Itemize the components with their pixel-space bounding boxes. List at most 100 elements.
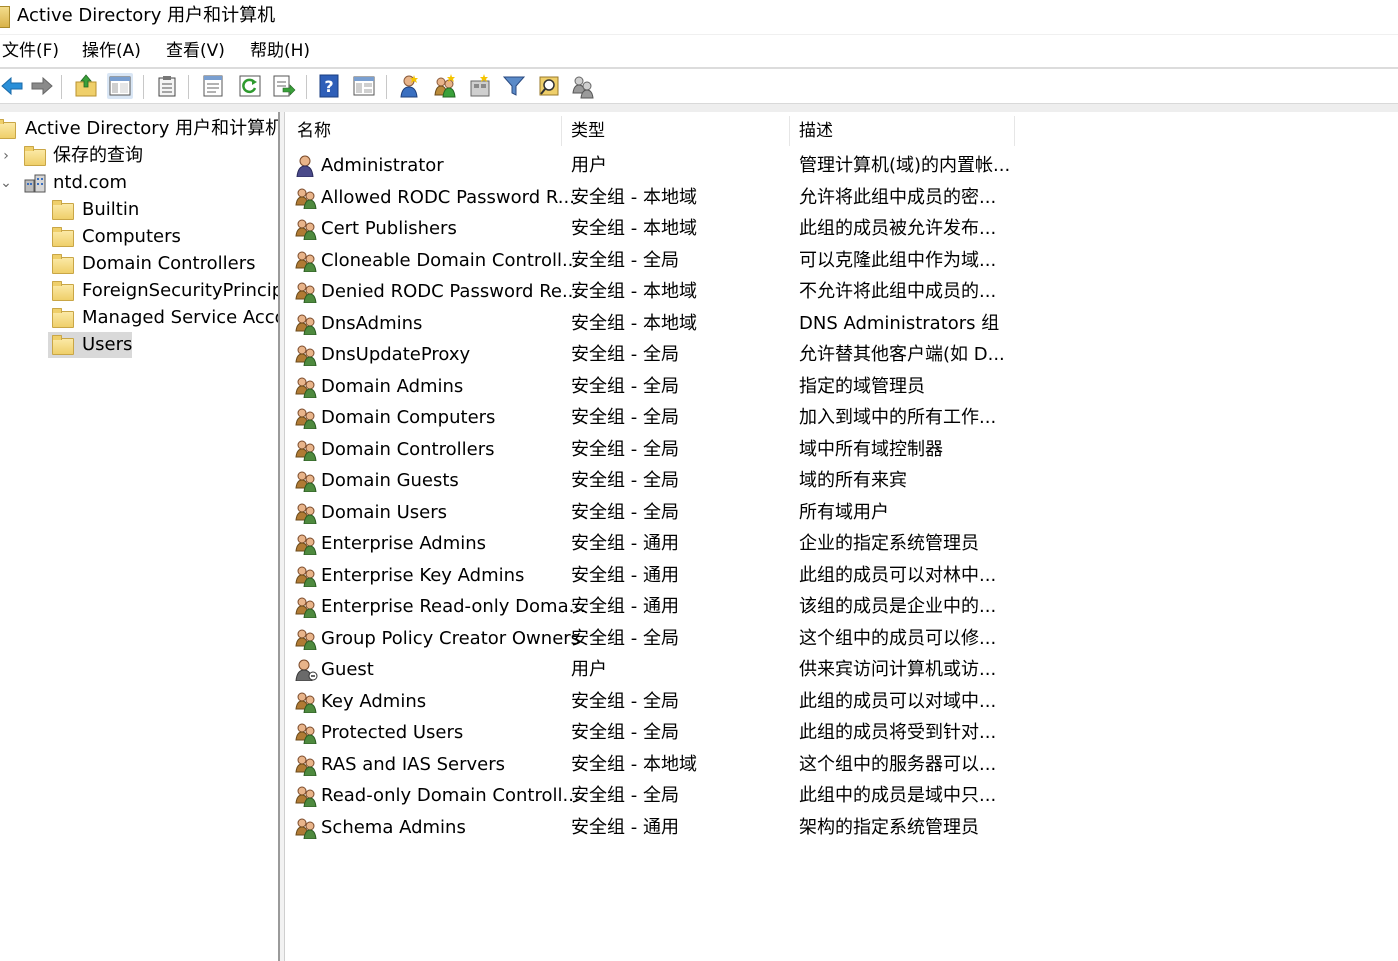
list-item[interactable]: Domain Controllers 安全组 - 全局 域中所有域控制器 (286, 434, 1398, 465)
tree-item-managed-service-accounts[interactable]: Managed Service Accou (0, 305, 278, 331)
toolbar-separator (386, 75, 387, 99)
list-item[interactable]: Protected Users 安全组 - 全局 此组的成员将受到针对... (286, 717, 1398, 748)
tree-item-label: Domain Controllers (82, 253, 256, 274)
tree-item-users[interactable]: Users (0, 332, 278, 358)
add-to-group-icon[interactable] (570, 73, 596, 99)
details-list: 名称 类型 描述 Administrator 用户 管理计算机(域)的内置帐... A… (286, 112, 1398, 961)
new-ou-icon[interactable] (467, 73, 493, 99)
item-name: Guest (321, 659, 374, 680)
tree-root[interactable]: Active Directory 用户和计算机 [ (0, 116, 278, 142)
item-description: 此组的成员将受到针对... (799, 722, 997, 743)
window-title: Active Directory 用户和计算机 (17, 5, 276, 26)
list-item[interactable]: DnsUpdateProxy 安全组 - 全局 允许替其他客户端(如 D... (286, 339, 1398, 370)
item-type: 安全组 - 全局 (571, 438, 679, 460)
tree-item-label: ForeignSecurityPrincipal (82, 280, 278, 301)
item-name: Protected Users (321, 722, 464, 743)
refresh-icon[interactable] (237, 73, 263, 99)
list-item[interactable]: DnsAdmins 安全组 - 本地域 DNS Administrators 组 (286, 308, 1398, 339)
help-icon[interactable]: ? (316, 73, 342, 99)
menu-file[interactable]: 文件(F) (2, 40, 59, 62)
clipboard-icon[interactable] (154, 73, 180, 99)
new-user-icon[interactable] (396, 73, 422, 99)
folder-icon (52, 200, 74, 220)
item-name: Read-only Domain Controll... (321, 785, 580, 806)
menu-help[interactable]: 帮助(H) (250, 40, 310, 62)
list-item[interactable]: Allowed RODC Password R... 安全组 - 本地域 允许将此组… (286, 182, 1398, 213)
item-name: Cert Publishers (321, 218, 457, 239)
item-description: 管理计算机(域)的内置帐... (799, 155, 1011, 176)
column-header-type[interactable]: 类型 (571, 112, 605, 150)
item-description: 该组的成员是企业中的... (799, 596, 997, 617)
find-icon[interactable] (536, 73, 562, 99)
item-name: Schema Admins (321, 816, 466, 838)
console-tree-icon[interactable] (107, 73, 133, 99)
chevron-down-icon[interactable]: ⌄ (0, 170, 12, 196)
console-tree: Active Directory 用户和计算机 [ › 保存的查询 ⌄ ntd.… (0, 112, 278, 961)
list-item[interactable]: Domain Guests 安全组 - 全局 域的所有来宾 (286, 465, 1398, 496)
tree-item-foreign-security-principals[interactable]: ForeignSecurityPrincipal (0, 278, 278, 304)
list-item[interactable]: Cloneable Domain Controll... 安全组 - 全局 可以克隆… (286, 245, 1398, 276)
list-item[interactable]: Enterprise Admins 安全组 - 通用 企业的指定系统管理员 (286, 528, 1398, 559)
back-arrow-icon[interactable] (0, 73, 26, 99)
tree-item-domain-controllers[interactable]: Domain Controllers (0, 251, 278, 277)
export-list-icon[interactable] (271, 73, 297, 99)
toolbar-separator (188, 75, 189, 99)
list-item[interactable]: RAS and IAS Servers 安全组 - 本地域 这个组中的服务器可以..… (286, 749, 1398, 780)
item-name: Administrator (321, 155, 444, 176)
tree-item-saved-queries[interactable]: › 保存的查询 (0, 143, 278, 169)
list-item[interactable]: Cert Publishers 安全组 - 本地域 此组的成员被允许发布... (286, 213, 1398, 244)
list-item[interactable]: Key Admins 安全组 - 全局 此组的成员可以对域中... (286, 686, 1398, 717)
snapin-root-icon (0, 119, 16, 139)
item-name: Enterprise Admins (321, 533, 487, 554)
list-item[interactable]: Enterprise Key Admins 安全组 - 通用 此组的成员可以对林中.… (286, 560, 1398, 591)
item-description: 允许将此组中成员的密... (799, 186, 997, 208)
column-header-description[interactable]: 描述 (799, 112, 833, 150)
item-name: RAS and IAS Servers (321, 753, 505, 775)
list-item[interactable]: Enterprise Read-only Doma... 安全组 - 通用 该组的成… (286, 591, 1398, 622)
list-item[interactable]: Domain Computers 安全组 - 全局 加入到域中的所有工作... (286, 402, 1398, 433)
folder-icon (52, 281, 74, 301)
list-item[interactable]: Denied RODC Password Re... 安全组 - 本地域 不允许将此… (286, 276, 1398, 307)
filter-icon[interactable] (501, 73, 527, 99)
tree-item-builtin[interactable]: Builtin (0, 197, 278, 223)
tree-item-label: Users (82, 334, 133, 355)
column-header-name[interactable]: 名称 (297, 112, 331, 150)
chevron-right-icon[interactable]: › (0, 143, 12, 169)
group-icon (295, 818, 317, 839)
item-type: 安全组 - 全局 (571, 501, 679, 523)
menu-view[interactable]: 查看(V) (166, 40, 225, 62)
list-item[interactable]: Domain Users 安全组 - 全局 所有域用户 (286, 497, 1398, 528)
column-divider[interactable] (561, 116, 562, 146)
tree-item-domain[interactable]: ⌄ ntd.com (0, 170, 278, 196)
item-type: 安全组 - 全局 (571, 690, 679, 712)
forward-arrow-icon[interactable] (28, 73, 54, 99)
tree-item-computers[interactable]: Computers (0, 224, 278, 250)
toolbar-separator (143, 75, 144, 99)
item-description: 这个组中的成员可以修... (799, 627, 997, 649)
list-item[interactable]: Administrator 用户 管理计算机(域)的内置帐... (286, 150, 1398, 181)
new-group-icon[interactable] (432, 73, 458, 99)
item-type: 安全组 - 通用 (571, 816, 679, 838)
group-icon (295, 566, 317, 587)
list-item[interactable]: Read-only Domain Controll... 安全组 - 全局 此组中的… (286, 780, 1398, 811)
pane-splitter[interactable] (278, 112, 285, 961)
tree-item-label: Builtin (82, 199, 140, 220)
column-divider[interactable] (1014, 116, 1015, 146)
group-icon (295, 503, 317, 524)
menu-action[interactable]: 操作(A) (82, 40, 141, 62)
up-folder-icon[interactable] (73, 73, 99, 99)
list-item[interactable]: Schema Admins 安全组 - 通用 架构的指定系统管理员 (286, 812, 1398, 843)
item-description: 允许替其他客户端(如 D... (799, 344, 1005, 365)
item-description: 所有域用户 (799, 501, 889, 523)
item-type: 安全组 - 通用 (571, 564, 679, 586)
group-icon (295, 786, 317, 807)
list-item[interactable]: Domain Admins 安全组 - 全局 指定的域管理员 (286, 371, 1398, 402)
list-item[interactable]: Group Policy Creator Owners 安全组 - 全局 这个组中的… (286, 623, 1398, 654)
column-divider[interactable] (789, 116, 790, 146)
properties-icon[interactable] (200, 73, 226, 99)
list-item[interactable]: Guest 用户 供来宾访问计算机或访... (286, 654, 1398, 685)
item-description: 这个组中的服务器可以... (799, 753, 997, 775)
mmc-view-icon[interactable] (351, 73, 377, 99)
item-type: 安全组 - 全局 (571, 344, 679, 365)
group-icon (295, 314, 317, 335)
